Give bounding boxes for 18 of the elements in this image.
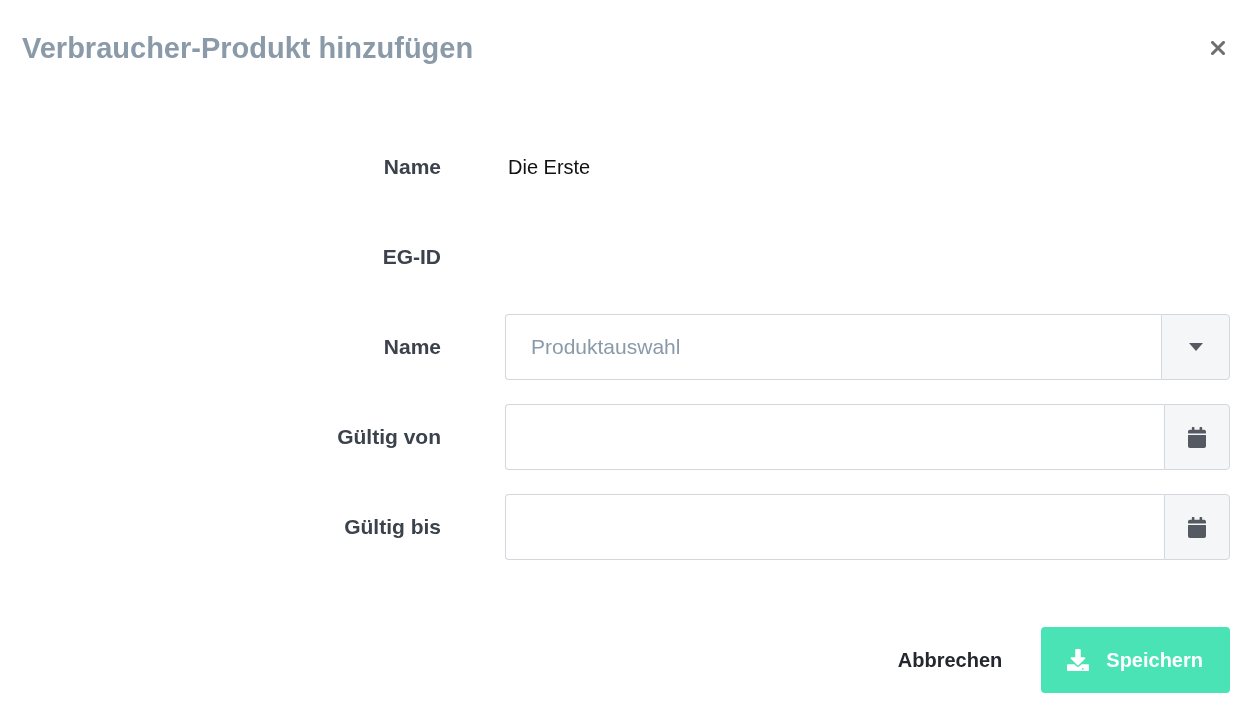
field-label: Gültig bis: [344, 515, 441, 539]
field-value: Die Erste: [507, 155, 591, 178]
field-label: EG-ID: [382, 245, 441, 269]
date-field[interactable]: [505, 404, 1164, 470]
calendar-button[interactable]: [1164, 404, 1230, 470]
close-icon[interactable]: [1211, 41, 1225, 55]
dialog-title: Verbraucher-Produkt hinzufügen: [22, 31, 474, 65]
calendar-button[interactable]: [1164, 494, 1230, 560]
calendar-icon: [1188, 426, 1206, 448]
download-icon: [1067, 649, 1090, 671]
date-field[interactable]: [505, 494, 1164, 560]
field-label: Name: [383, 335, 441, 359]
calendar-icon: [1188, 516, 1206, 538]
caret-icon: [1188, 343, 1203, 351]
cancel-button[interactable]: Abbrechen: [874, 627, 1026, 693]
field-label: Gültig von: [337, 425, 441, 449]
field-label: Name: [383, 155, 441, 179]
select-field[interactable]: Produktauswahl: [505, 314, 1161, 380]
